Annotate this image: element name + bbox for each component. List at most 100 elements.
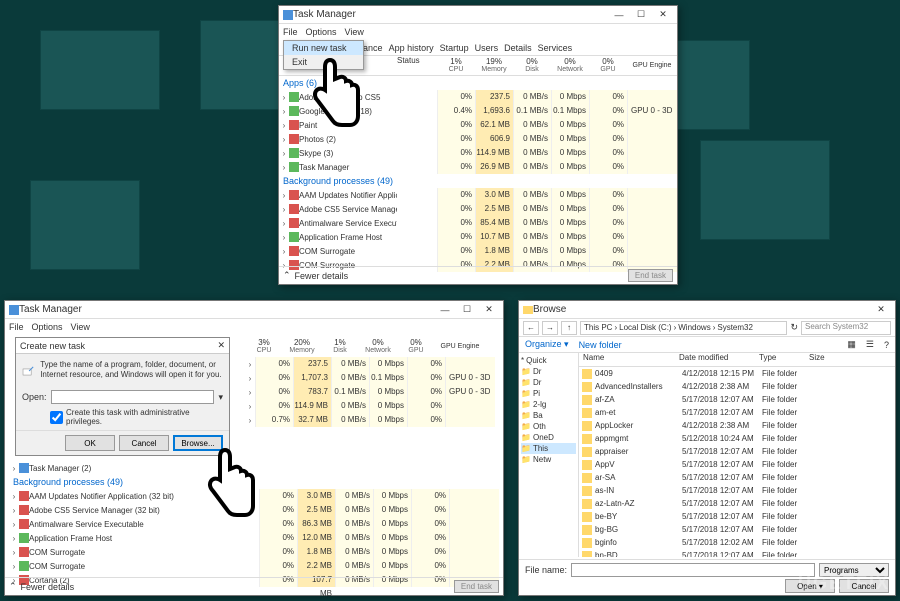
file-row[interactable]: ar-SA5/17/2018 12:07 AMFile folder	[579, 471, 895, 484]
process-row[interactable]: ›Photos (2)0%606.9 MB0 MB/s0 Mbps0%	[279, 132, 677, 146]
sidebar-item[interactable]: 📁Ba	[521, 410, 576, 421]
file-row[interactable]: as-IN5/17/2018 12:07 AMFile folder	[579, 484, 895, 497]
col-memory[interactable]: 19%Memory	[475, 56, 513, 75]
process-row[interactable]: ›AAM Updates Notifier Application (32 bi…	[9, 489, 499, 503]
menu-view[interactable]: View	[345, 27, 364, 37]
file-row[interactable]: 04094/12/2018 12:15 PMFile folder	[579, 367, 895, 380]
fewer-details[interactable]: Fewer details	[295, 271, 349, 281]
col-name[interactable]: Name	[579, 353, 679, 366]
admin-checkbox[interactable]	[50, 411, 63, 424]
sidebar-item[interactable]: 📁Pi	[521, 388, 576, 399]
up-button[interactable]: ↑	[561, 321, 577, 335]
browse-button[interactable]: Browse...	[173, 435, 223, 451]
fewer-details[interactable]: Fewer details	[21, 582, 75, 592]
col-gpu-engine[interactable]: GPU Engine	[435, 337, 485, 357]
sidebar-item[interactable]: 📁2-lg	[521, 399, 576, 410]
col-gpu[interactable]: 0%GPU	[397, 337, 435, 357]
col-cpu[interactable]: 1%CPU	[437, 56, 475, 75]
menu-file[interactable]: File	[283, 27, 298, 37]
file-row[interactable]: bn-BD5/17/2018 12:07 AMFile folder	[579, 549, 895, 557]
sidebar-item[interactable]: 📁OneD	[521, 432, 576, 443]
file-row[interactable]: AppLocker4/12/2018 2:38 AMFile folder	[579, 419, 895, 432]
maximize-button[interactable]: ☐	[457, 303, 477, 317]
crumb-segment[interactable]: Windows	[678, 323, 710, 332]
apps-group[interactable]: Apps (6)	[279, 76, 677, 90]
menu-exit[interactable]: Exit	[284, 55, 363, 69]
tab-app-history[interactable]: App history	[389, 43, 434, 53]
cancel-button[interactable]: Cancel	[119, 435, 169, 451]
close-button[interactable]: ✕	[479, 303, 499, 317]
process-row[interactable]: ›COM Surrogate0%1.8 MB0 MB/s0 Mbps0%	[279, 244, 677, 258]
process-row[interactable]: ›Antimalware Service Executable0%85.4 MB…	[279, 216, 677, 230]
titlebar[interactable]: Task Manager — ☐ ✕	[5, 301, 503, 319]
process-row[interactable]: ›Application Frame Host0%12.0 MB0 MB/s0 …	[9, 531, 499, 545]
search-input[interactable]: Search System32	[801, 321, 891, 335]
chevron-up-icon[interactable]: ⌃	[283, 270, 291, 281]
col-disk[interactable]: 0%Disk	[513, 56, 551, 75]
bg-group[interactable]: Background processes (49)	[9, 475, 499, 489]
close-button[interactable]: ✕	[653, 8, 673, 22]
organize-menu[interactable]: Organize ▾	[525, 339, 569, 350]
file-row[interactable]: bg-BG5/17/2018 12:07 AMFile folder	[579, 523, 895, 536]
view-icons-button[interactable]: ▦	[847, 339, 856, 350]
process-row[interactable]: ›Application Frame Host0%10.7 MB0 MB/s0 …	[279, 230, 677, 244]
maximize-button[interactable]: ☐	[631, 8, 651, 22]
end-task-button[interactable]: End task	[454, 580, 499, 593]
file-row[interactable]: af-ZA5/17/2018 12:07 AMFile folder	[579, 393, 895, 406]
col-gpu-engine[interactable]: GPU Engine	[627, 56, 677, 75]
tab-startup[interactable]: Startup	[440, 43, 469, 53]
titlebar[interactable]: Browse ✕	[519, 301, 895, 319]
process-row[interactable]: ›0%1,707.3 MB0 MB/s0.1 Mbps0%GPU 0 - 3D	[245, 371, 499, 385]
col-status[interactable]: Status	[397, 56, 437, 75]
file-row[interactable]: az-Latn-AZ5/17/2018 12:07 AMFile folder	[579, 497, 895, 510]
process-row[interactable]: ›AAM Updates Notifier Application (32 bi…	[279, 188, 677, 202]
process-row[interactable]: ›Skype (3)0%114.9 MB0 MB/s0 Mbps0%	[279, 146, 677, 160]
col-network[interactable]: 0%Network	[551, 56, 589, 75]
crumb-segment[interactable]: Local Disk (C:)	[619, 323, 671, 332]
tab-details[interactable]: Details	[504, 43, 532, 53]
tab-users[interactable]: Users	[475, 43, 499, 53]
sidebar-item[interactable]: 📁Dr	[521, 377, 576, 388]
ok-button[interactable]: OK	[65, 435, 115, 451]
forward-button[interactable]: →	[542, 321, 558, 335]
menu-view[interactable]: View	[71, 322, 90, 332]
process-row[interactable]: ›Adobe CS5 Service Manager (32 bit)0%2.5…	[9, 503, 499, 517]
sidebar-item[interactable]: 📁This	[521, 443, 576, 454]
minimize-button[interactable]: —	[435, 303, 455, 317]
menu-run-new-task[interactable]: Run new task	[284, 41, 363, 55]
sidebar-item[interactable]: 📁Dr	[521, 366, 576, 377]
menu-options[interactable]: Options	[32, 322, 63, 332]
open-input[interactable]	[51, 390, 215, 404]
file-row[interactable]: am-et5/17/2018 12:07 AMFile folder	[579, 406, 895, 419]
view-list-button[interactable]: ☰	[866, 339, 874, 350]
process-row[interactable]: ›Paint0%62.1 MB0 MB/s0 Mbps0%	[279, 118, 677, 132]
process-row[interactable]: ›Antimalware Service Executable0%86.3 MB…	[9, 517, 499, 531]
col-memory[interactable]: 20%Memory	[283, 337, 321, 357]
col-cpu[interactable]: 3%CPU	[245, 337, 283, 357]
crumb-segment[interactable]: This PC	[584, 323, 612, 332]
end-task-button[interactable]: End task	[628, 269, 673, 282]
file-row[interactable]: appmgmt5/12/2018 10:24 AMFile folder	[579, 432, 895, 445]
refresh-icon[interactable]: ↻	[790, 322, 798, 333]
sidebar-item[interactable]: 📁Oth	[521, 421, 576, 432]
process-row[interactable]: ›Adobe Photoshop CS50%237.5 MB0 MB/s0 Mb…	[279, 90, 677, 104]
filename-input[interactable]	[571, 563, 815, 577]
close-button[interactable]: ✕	[871, 303, 891, 317]
file-row[interactable]: appraiser5/17/2018 12:07 AMFile folder	[579, 445, 895, 458]
col-type[interactable]: Type	[759, 353, 809, 366]
chevron-up-icon[interactable]: ⌃	[9, 581, 17, 592]
file-row[interactable]: bginfo5/17/2018 12:02 AMFile folder	[579, 536, 895, 549]
close-icon[interactable]: ✕	[217, 340, 225, 351]
menu-options[interactable]: Options	[306, 27, 337, 37]
process-row[interactable]: ›0.7%32.7 MB0 MB/s0 Mbps0%	[245, 413, 499, 427]
chevron-down-icon[interactable]: ▾	[218, 392, 223, 403]
process-row[interactable]: ›0%114.9 MB0 MB/s0 Mbps0%	[245, 399, 499, 413]
titlebar[interactable]: Task Manager — ☐ ✕	[279, 6, 677, 24]
process-row[interactable]: ›0%783.7 MB0.1 MB/s0 Mbps0%GPU 0 - 3D	[245, 385, 499, 399]
process-row[interactable]: ›Task Manager0%26.9 MB0 MB/s0 Mbps0%	[279, 160, 677, 174]
back-button[interactable]: ←	[523, 321, 539, 335]
process-row[interactable]: ›Adobe CS5 Service Manager (32 bit)0%2.5…	[279, 202, 677, 216]
file-row[interactable]: AdvancedInstallers4/12/2018 2:38 AMFile …	[579, 380, 895, 393]
process-row[interactable]: ›Google Chrome (18)0.4%1,693.6 MB0.1 MB/…	[279, 104, 677, 118]
file-row[interactable]: be-BY5/17/2018 12:07 AMFile folder	[579, 510, 895, 523]
